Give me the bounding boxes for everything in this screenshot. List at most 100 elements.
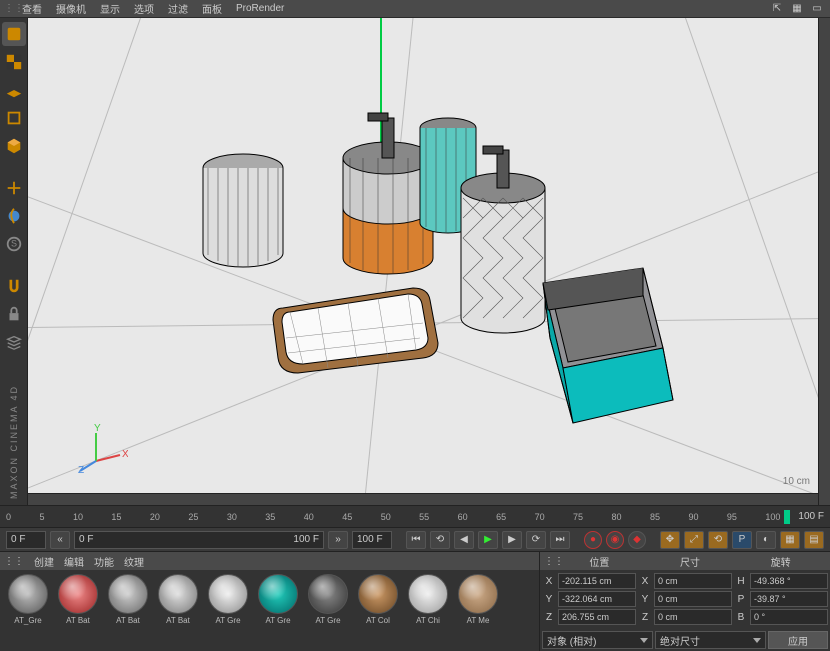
- range-slider[interactable]: 0 F100 F: [74, 531, 324, 549]
- material-item[interactable]: AT Gre: [304, 574, 352, 647]
- axis-label: X: [638, 576, 652, 587]
- header-position: 位置: [554, 554, 645, 569]
- position-field[interactable]: -202.115 cm: [558, 573, 636, 589]
- tool-object[interactable]: [2, 106, 26, 130]
- play-forward-button[interactable]: ▶: [502, 531, 522, 549]
- option2-button[interactable]: ▤: [804, 531, 824, 549]
- viewport-menubar: ⋮⋮ 查看 摄像机 显示 选项 过滤 面板 ProRender ⇱ ▦ ▭: [0, 0, 830, 18]
- mat-menu-create[interactable]: 创建: [34, 554, 54, 569]
- material-label: AT Gre: [204, 616, 252, 625]
- material-label: AT_Gre: [4, 616, 52, 625]
- rotation-field[interactable]: -39.87 °: [750, 591, 828, 607]
- menu-camera[interactable]: 摄像机: [50, 1, 92, 16]
- grip-icon: ⋮⋮: [4, 556, 24, 567]
- pos-key-button[interactable]: ✥: [660, 531, 680, 549]
- minimize-icon[interactable]: ▭: [810, 2, 824, 16]
- axis-label: B: [734, 612, 748, 623]
- keyframe-button[interactable]: ◆: [628, 531, 646, 549]
- tool-model[interactable]: [2, 22, 26, 46]
- axis-gizmo: X Y Z: [78, 423, 128, 473]
- param-key-button[interactable]: P: [732, 531, 752, 549]
- material-list: AT_GreAT BatAT BatAT BatAT GreAT GreAT G…: [0, 570, 539, 651]
- position-field[interactable]: -322.064 cm: [558, 591, 636, 607]
- timeline-ruler[interactable]: 0510152025303540455055606570758085909510…: [0, 505, 830, 527]
- material-item[interactable]: AT Bat: [54, 574, 102, 647]
- material-item[interactable]: AT Bat: [104, 574, 152, 647]
- menu-panel[interactable]: 面板: [196, 1, 228, 16]
- frame-start-field[interactable]: 0 F: [6, 531, 46, 549]
- axis-x-label: X: [122, 449, 128, 460]
- tool-texture[interactable]: [2, 50, 26, 74]
- autokey-button[interactable]: ◉: [606, 531, 624, 549]
- rotation-field[interactable]: -49.368 °: [750, 573, 828, 589]
- tool-lock[interactable]: [2, 302, 26, 326]
- material-item[interactable]: AT Gre: [204, 574, 252, 647]
- material-preview-icon: [208, 574, 248, 614]
- coord-row: Y-322.064 cmY0 cmP-39.87 °: [542, 591, 828, 607]
- tool-magnet[interactable]: [2, 274, 26, 298]
- tool-snap[interactable]: S: [2, 232, 26, 256]
- material-item[interactable]: AT Chi: [404, 574, 452, 647]
- branding-label: MAXON CINEMA 4D: [9, 385, 19, 499]
- material-label: AT Me: [454, 616, 502, 625]
- apply-button[interactable]: 应用: [768, 631, 828, 649]
- play-back-button[interactable]: ◀: [454, 531, 474, 549]
- menu-display[interactable]: 显示: [94, 1, 126, 16]
- size-field[interactable]: 0 cm: [654, 591, 732, 607]
- material-preview-icon: [158, 574, 198, 614]
- material-item[interactable]: AT Col: [354, 574, 402, 647]
- material-label: AT Gre: [304, 616, 352, 625]
- step-back-button[interactable]: ⟲: [430, 531, 450, 549]
- playback-controls: 0 F « 0 F100 F » 100 F ⏮ ⟲ ◀ ▶ ▶ ⟳ ⏭ ● ◉…: [0, 527, 830, 551]
- step-forward-button[interactable]: ⟳: [526, 531, 546, 549]
- viewport-scrollbar-v[interactable]: [818, 18, 830, 505]
- scale-key-button[interactable]: ⤢: [684, 531, 704, 549]
- material-item[interactable]: AT Me: [454, 574, 502, 647]
- size-mode-dropdown[interactable]: 绝对尺寸: [655, 631, 766, 649]
- current-frame-field[interactable]: 100 F: [352, 531, 392, 549]
- size-field[interactable]: 0 cm: [654, 573, 732, 589]
- timeline-playhead[interactable]: [784, 510, 790, 524]
- menu-prorender[interactable]: ProRender: [230, 3, 290, 14]
- menu-filter[interactable]: 过滤: [162, 1, 194, 16]
- goto-start-button[interactable]: ⏮: [406, 531, 426, 549]
- viewport-3d[interactable]: X Y Z 10 cm: [28, 18, 818, 493]
- expand-icon[interactable]: »: [328, 531, 348, 549]
- rotation-field[interactable]: 0 °: [750, 609, 828, 625]
- rot-key-button[interactable]: ⟲: [708, 531, 728, 549]
- axis-label: X: [542, 576, 556, 587]
- coordinate-manager: ⋮⋮ 位置 尺寸 旋转 X-202.115 cmX0 cmH-49.368 °Y…: [540, 552, 830, 651]
- goto-end-button[interactable]: ⏭: [550, 531, 570, 549]
- size-field[interactable]: 0 cm: [654, 609, 732, 625]
- option1-button[interactable]: ▦: [780, 531, 800, 549]
- material-item[interactable]: AT Gre: [254, 574, 302, 647]
- tool-cube[interactable]: [2, 134, 26, 158]
- material-item[interactable]: AT_Gre: [4, 574, 52, 647]
- menu-options[interactable]: 选项: [128, 1, 160, 16]
- record-button[interactable]: ●: [584, 531, 602, 549]
- axis-label: Y: [638, 594, 652, 605]
- mat-menu-edit[interactable]: 编辑: [64, 554, 84, 569]
- mat-menu-texture[interactable]: 纹理: [124, 554, 144, 569]
- tool-softselect[interactable]: [2, 204, 26, 228]
- position-field[interactable]: 206.755 cm: [558, 609, 636, 625]
- axis-label: P: [734, 594, 748, 605]
- undock-icon[interactable]: ⇱: [770, 2, 784, 16]
- layout-icon[interactable]: ▦: [790, 2, 804, 16]
- menu-view[interactable]: 查看: [16, 1, 48, 16]
- tool-axis[interactable]: [2, 176, 26, 200]
- pla-key-button[interactable]: ◐: [756, 531, 776, 549]
- mat-menu-function[interactable]: 功能: [94, 554, 114, 569]
- tool-workplane[interactable]: [2, 78, 26, 102]
- axis-label: Z: [638, 612, 652, 623]
- material-preview-icon: [108, 574, 148, 614]
- collapse-icon[interactable]: «: [50, 531, 70, 549]
- mode-toolbar: S MAXON CINEMA 4D: [0, 18, 28, 505]
- tool-layer[interactable]: [2, 330, 26, 354]
- viewport-scrollbar-h[interactable]: [28, 493, 818, 505]
- viewport-hud: 10 cm: [783, 476, 810, 487]
- material-item[interactable]: AT Bat: [154, 574, 202, 647]
- material-preview-icon: [258, 574, 298, 614]
- play-button[interactable]: ▶: [478, 531, 498, 549]
- coord-mode-dropdown[interactable]: 对象 (相对): [542, 631, 653, 649]
